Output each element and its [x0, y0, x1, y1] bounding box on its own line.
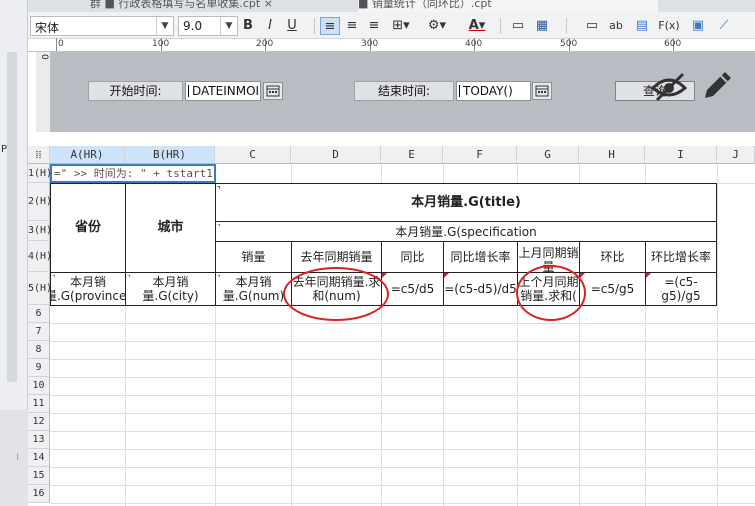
column-header[interactable]: D — [291, 146, 381, 164]
column-header[interactable]: C — [215, 146, 291, 164]
select-all-corner[interactable]: ⁞⁞ — [28, 146, 50, 164]
left-panel-bottom — [0, 410, 28, 506]
cell-city-value[interactable]: ⌝ 本月销量.G(city) — [125, 272, 216, 306]
column-header[interactable]: E — [381, 146, 443, 164]
column-header[interactable]: A(HR) — [50, 146, 125, 164]
column-header[interactable]: B(HR) — [125, 146, 215, 164]
cell-specification[interactable]: ⌝ 本月销量.G(specification — [215, 221, 717, 242]
row-header[interactable]: 5(H) — [28, 272, 52, 305]
calendar-icon[interactable] — [263, 82, 283, 100]
tab-form-collection[interactable]: 群 ■ 行政表格填写与名单收集.cpt × — [90, 0, 350, 12]
fill-color-icon[interactable]: ⚙▾ — [420, 17, 454, 35]
row-header[interactable]: 1(H) — [28, 164, 52, 183]
font-size-select[interactable]: 9.0 ▼ — [178, 16, 238, 36]
chevron-down-icon: ▼ — [156, 17, 173, 35]
row-header[interactable]: 9 — [28, 359, 50, 377]
toolbar-divider — [500, 18, 501, 34]
cell-style-icon[interactable]: ▭ — [508, 17, 528, 35]
pencil-icon[interactable] — [699, 68, 733, 104]
row-header[interactable]: 11 — [28, 395, 50, 413]
chart-icon[interactable]: ▤ — [632, 17, 652, 35]
horizontal-ruler: 0 100 200 300 400 500 600 — [28, 38, 755, 52]
parameter-pane: 开始时间: DATEINMOI 结束时间: TODAY() 查询 — [51, 52, 755, 132]
slash-icon[interactable]: ⟋ — [714, 17, 734, 35]
end-time-input[interactable]: TODAY() — [456, 81, 531, 101]
row-header[interactable]: 3(H) — [28, 221, 52, 241]
underline-button[interactable]: U — [282, 17, 302, 35]
row-header[interactable]: 7 — [28, 323, 50, 341]
align-right-icon[interactable]: ≡ — [364, 17, 384, 35]
cell-header-sales[interactable]: 销量 — [215, 241, 292, 273]
italic-button[interactable]: I — [260, 17, 280, 35]
row-header[interactable]: 10 — [28, 377, 50, 395]
left-panel-marker: P — [1, 144, 8, 155]
cell-title[interactable]: ⌝ 本月销量.G(title) — [215, 183, 717, 222]
text-field-icon[interactable]: ▭ — [582, 17, 602, 35]
insert-text-icon[interactable]: ab — [606, 17, 626, 35]
cell-header-mom-growth[interactable]: 环比增长率 — [645, 241, 717, 273]
tab-sales-stats[interactable]: ■ 销量统计（同环比）.cpt — [358, 0, 658, 12]
row-header[interactable]: 4(H) — [28, 241, 52, 272]
row-header[interactable]: 15 — [28, 467, 50, 485]
formula-icon[interactable]: F(x) — [656, 17, 682, 35]
align-center-icon[interactable]: ≡ — [342, 17, 362, 35]
row-header[interactable]: 2(H) — [28, 183, 52, 221]
vertical-ruler: 0 — [36, 52, 51, 132]
bold-button[interactable]: B — [238, 17, 258, 35]
cell-num-value[interactable]: ⌝ 本月销量.G(num) — [215, 272, 292, 306]
cell-yoy-growth-value[interactable]: =(c5-d5)/d5 — [443, 272, 518, 306]
column-header[interactable]: F — [443, 146, 517, 164]
row-header[interactable]: 14 — [28, 449, 50, 467]
font-family-select[interactable]: 宋体 ▼ — [30, 16, 174, 36]
cell-yoy-value[interactable]: =c5/d5 — [381, 272, 444, 306]
row-header[interactable]: 8 — [28, 341, 50, 359]
row-header[interactable]: 12 — [28, 413, 50, 431]
toolbar-divider — [566, 18, 567, 34]
image-icon[interactable]: ▣ — [688, 17, 708, 35]
column-header[interactable]: J — [717, 146, 755, 164]
end-time-label: 结束时间: — [354, 81, 454, 101]
row-header[interactable]: 13 — [28, 431, 50, 449]
calendar-icon[interactable] — [532, 82, 552, 100]
spreadsheet-grid: ⁞⁞ A(HR) B(HR) C D E F G H I J 1(H) 2(H)… — [28, 146, 755, 506]
annotation-circle — [283, 267, 389, 321]
left-panel-strip: P ⁞ — [0, 0, 28, 506]
cell-mom-value[interactable]: =c5/g5 — [579, 272, 646, 306]
left-scrollbar[interactable] — [7, 52, 17, 382]
cell-mom-growth-value[interactable]: =(c5-g5)/g5 — [645, 272, 717, 306]
toolbar-divider — [314, 18, 315, 34]
table-grid-icon[interactable]: ▦ — [532, 17, 552, 35]
tab-bar: 群 ■ 行政表格填写与名单收集.cpt × ■ 销量统计（同环比）.cpt — [28, 0, 755, 12]
annotation-circle — [516, 265, 586, 321]
column-header[interactable]: G — [517, 146, 579, 164]
cell-city-header[interactable]: 城市 — [125, 183, 216, 273]
eye-slash-icon[interactable] — [649, 68, 689, 104]
row-header[interactable]: 16 — [28, 485, 50, 503]
align-left-icon[interactable]: ≡ — [320, 17, 340, 35]
cell-province-header[interactable]: 省份 — [50, 183, 126, 273]
start-time-label: 开始时间: — [88, 81, 183, 101]
row-header[interactable]: 6 — [28, 305, 50, 323]
chevron-down-icon: ▼ — [220, 17, 237, 35]
format-toolbar: 宋体 ▼ 9.0 ▼ B I U ≡ ≡ ≡ ⊞▾ ⚙▾ A▾ ▭ ▦ ▭ ab… — [28, 12, 755, 39]
cell-province-value[interactable]: ⌝本月销量.G(province) — [50, 272, 126, 306]
column-header[interactable]: H — [579, 146, 645, 164]
splitter-grip-icon[interactable]: ⁞ — [16, 452, 19, 463]
cell-header-mom[interactable]: 环比 — [579, 241, 646, 273]
font-color-icon[interactable]: A▾ — [460, 17, 494, 35]
cell-a1-formula[interactable]: =" >> 时间为: " + tstart1 + — [50, 164, 216, 183]
column-header[interactable]: I — [645, 146, 717, 164]
border-style-icon[interactable]: ⊞▾ — [388, 17, 414, 35]
cell-header-yoy[interactable]: 同比 — [381, 241, 444, 273]
start-time-input[interactable]: DATEINMOI — [185, 81, 261, 101]
cell-header-yoy-growth[interactable]: 同比增长率 — [443, 241, 518, 273]
